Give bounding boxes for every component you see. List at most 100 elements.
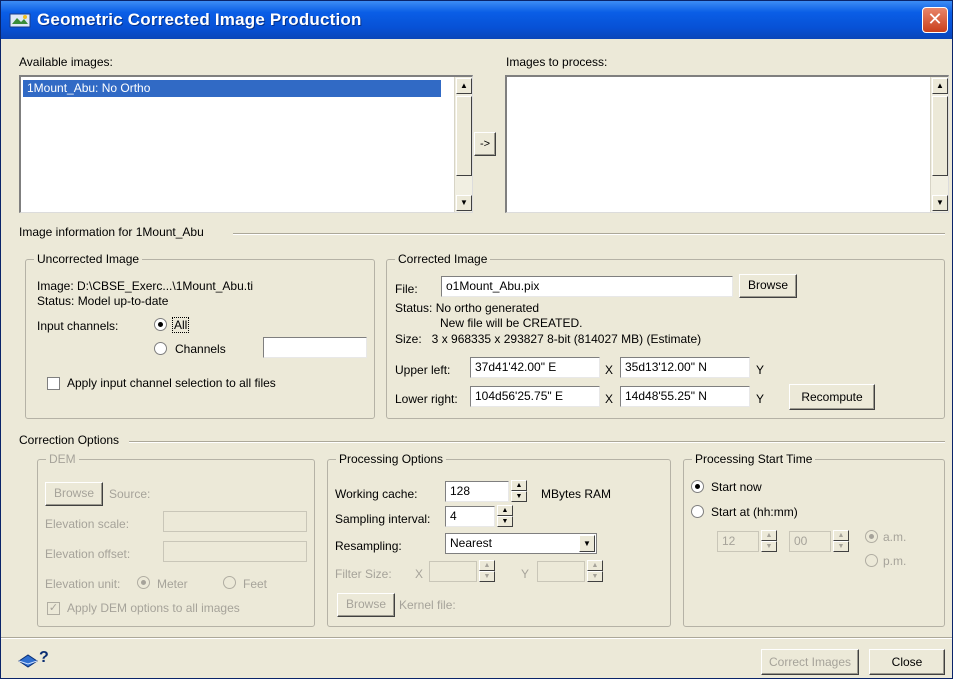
images-to-process-list[interactable]: ▲ ▼ xyxy=(505,75,949,213)
output-file-input[interactable]: o1Mount_Abu.pix xyxy=(441,276,733,297)
scroll-down-icon[interactable]: ▼ xyxy=(932,195,948,211)
window-title: Geometric Corrected Image Production xyxy=(37,10,362,29)
feet-radio[interactable] xyxy=(223,576,236,589)
pm-label[interactable]: p.m. xyxy=(883,554,906,568)
working-cache-spinner[interactable]: ▲ ▼ xyxy=(511,480,527,503)
apply-channels-label[interactable]: Apply input channel selection to all fil… xyxy=(67,376,276,390)
spin-up-icon[interactable]: ▲ xyxy=(833,530,849,541)
meter-radio[interactable] xyxy=(137,576,150,589)
filter-x-input[interactable] xyxy=(429,561,477,582)
app-icon xyxy=(9,13,31,28)
working-cache-label: Working cache: xyxy=(335,487,418,501)
available-images-list[interactable]: 1Mount_Abu: No Ortho ▲ ▼ xyxy=(19,75,473,213)
start-at-label[interactable]: Start at (hh:mm) xyxy=(711,505,798,519)
image-path-text: Image: D:\CBSE_Exerc...\1Mount_Abu.ti xyxy=(37,279,254,293)
sampling-interval-input[interactable]: 4 xyxy=(445,506,495,527)
sampling-interval-spinner[interactable]: ▲ ▼ xyxy=(497,505,513,528)
start-now-label[interactable]: Start now xyxy=(711,480,762,494)
lower-right-x-input[interactable]: 104d56'25.75" E xyxy=(470,386,600,407)
start-at-radio[interactable] xyxy=(691,505,704,518)
dem-source-label: Source: xyxy=(109,487,151,501)
elevation-offset-label: Elevation offset: xyxy=(45,547,131,561)
spin-up-icon[interactable]: ▲ xyxy=(511,480,527,491)
start-hours-input[interactable]: 12 xyxy=(717,531,759,552)
spin-up-icon[interactable]: ▲ xyxy=(587,560,603,571)
x-label: X xyxy=(605,392,614,406)
all-channels-label[interactable]: All xyxy=(171,317,190,333)
spin-down-icon[interactable]: ▼ xyxy=(587,571,603,582)
apply-dem-label[interactable]: Apply DEM options to all images xyxy=(67,601,240,615)
recompute-button[interactable]: Recompute xyxy=(789,384,875,410)
resampling-value: Nearest xyxy=(450,536,493,550)
corrected-image-legend: Corrected Image xyxy=(395,252,491,266)
filter-y-spinner[interactable]: ▲ ▼ xyxy=(587,560,603,583)
process-list-scrollbar[interactable]: ▲ ▼ xyxy=(930,77,948,212)
start-minutes-input[interactable]: 00 xyxy=(789,531,831,552)
channels-label[interactable]: Channels xyxy=(175,342,226,356)
spin-up-icon[interactable]: ▲ xyxy=(479,560,495,571)
help-question-mark: ? xyxy=(39,649,49,666)
size-text: Size: 3 x 968335 x 293827 8-bit (814027 … xyxy=(395,332,702,346)
spin-down-icon[interactable]: ▼ xyxy=(833,541,849,552)
channels-input[interactable] xyxy=(263,337,367,358)
help-button[interactable]: ? xyxy=(17,649,51,671)
scroll-up-icon[interactable]: ▲ xyxy=(932,78,948,94)
uncorrected-image-legend: Uncorrected Image xyxy=(34,252,143,266)
sampling-interval-label: Sampling interval: xyxy=(335,512,431,526)
available-list-scrollbar[interactable]: ▲ ▼ xyxy=(454,77,472,212)
title-bar[interactable]: Geometric Corrected Image Production ✕ xyxy=(1,1,952,39)
chevron-down-icon[interactable]: ▼ xyxy=(579,535,595,552)
elevation-scale-input[interactable] xyxy=(163,511,307,532)
file-label: File: xyxy=(395,282,418,296)
meter-label[interactable]: Meter xyxy=(157,577,188,591)
feet-label[interactable]: Feet xyxy=(243,577,267,591)
filter-y-label: Y xyxy=(521,567,530,581)
filter-x-spinner[interactable]: ▲ ▼ xyxy=(479,560,495,583)
apply-channels-checkbox[interactable] xyxy=(47,377,60,390)
start-minutes-spinner[interactable]: ▲ ▼ xyxy=(833,530,849,553)
lower-right-y-input[interactable]: 14d48'55.25" N xyxy=(620,386,750,407)
elevation-offset-input[interactable] xyxy=(163,541,307,562)
scroll-up-icon[interactable]: ▲ xyxy=(456,78,472,94)
pm-radio[interactable] xyxy=(865,554,878,567)
image-status-text: Status: Model up-to-date xyxy=(37,294,169,308)
dem-legend: DEM xyxy=(46,452,79,466)
upper-left-x-input[interactable]: 37d41'42.00" E xyxy=(470,357,600,378)
scroll-thumb[interactable] xyxy=(932,96,948,176)
spin-down-icon[interactable]: ▼ xyxy=(761,541,777,552)
channels-radio[interactable] xyxy=(154,342,167,355)
working-cache-input[interactable]: 128 xyxy=(445,481,509,502)
upper-left-y-input[interactable]: 35d13'12.00" N xyxy=(620,357,750,378)
spin-up-icon[interactable]: ▲ xyxy=(497,505,513,516)
y-label: Y xyxy=(756,392,765,406)
scroll-thumb[interactable] xyxy=(456,96,472,176)
add-to-process-button[interactable]: -> xyxy=(474,132,496,156)
spin-down-icon[interactable]: ▼ xyxy=(479,571,495,582)
close-window-button[interactable]: ✕ xyxy=(922,7,948,33)
spin-down-icon[interactable]: ▼ xyxy=(511,491,527,502)
images-to-process-label: Images to process: xyxy=(506,55,608,69)
dialog-window: Geometric Corrected Image Production ✕ A… xyxy=(0,0,953,679)
start-hours-spinner[interactable]: ▲ ▼ xyxy=(761,530,777,553)
scroll-down-icon[interactable]: ▼ xyxy=(456,195,472,211)
filter-y-input[interactable] xyxy=(537,561,585,582)
available-images-label: Available images: xyxy=(19,55,113,69)
cache-unit-label: MBytes RAM xyxy=(541,487,612,501)
apply-dem-checkbox[interactable]: ✓ xyxy=(47,602,60,615)
list-item[interactable]: 1Mount_Abu: No Ortho xyxy=(23,80,441,97)
close-button[interactable]: Close xyxy=(869,649,945,675)
spin-up-icon[interactable]: ▲ xyxy=(761,530,777,541)
output-browse-button[interactable]: Browse xyxy=(739,274,797,298)
kernel-browse-button[interactable]: Browse xyxy=(337,593,395,617)
am-radio[interactable] xyxy=(865,530,878,543)
corrected-status-text: Status: No ortho generated xyxy=(395,301,540,315)
start-now-radio[interactable] xyxy=(691,480,704,493)
am-label[interactable]: a.m. xyxy=(883,530,906,544)
resampling-label: Resampling: xyxy=(335,539,402,553)
resampling-select[interactable]: Nearest ▼ xyxy=(445,533,597,554)
spin-down-icon[interactable]: ▼ xyxy=(497,516,513,527)
correct-images-button[interactable]: Correct Images xyxy=(761,649,859,675)
new-file-text: New file will be CREATED. xyxy=(440,316,583,330)
all-channels-radio[interactable] xyxy=(154,318,167,331)
dem-browse-button[interactable]: Browse xyxy=(45,482,103,506)
